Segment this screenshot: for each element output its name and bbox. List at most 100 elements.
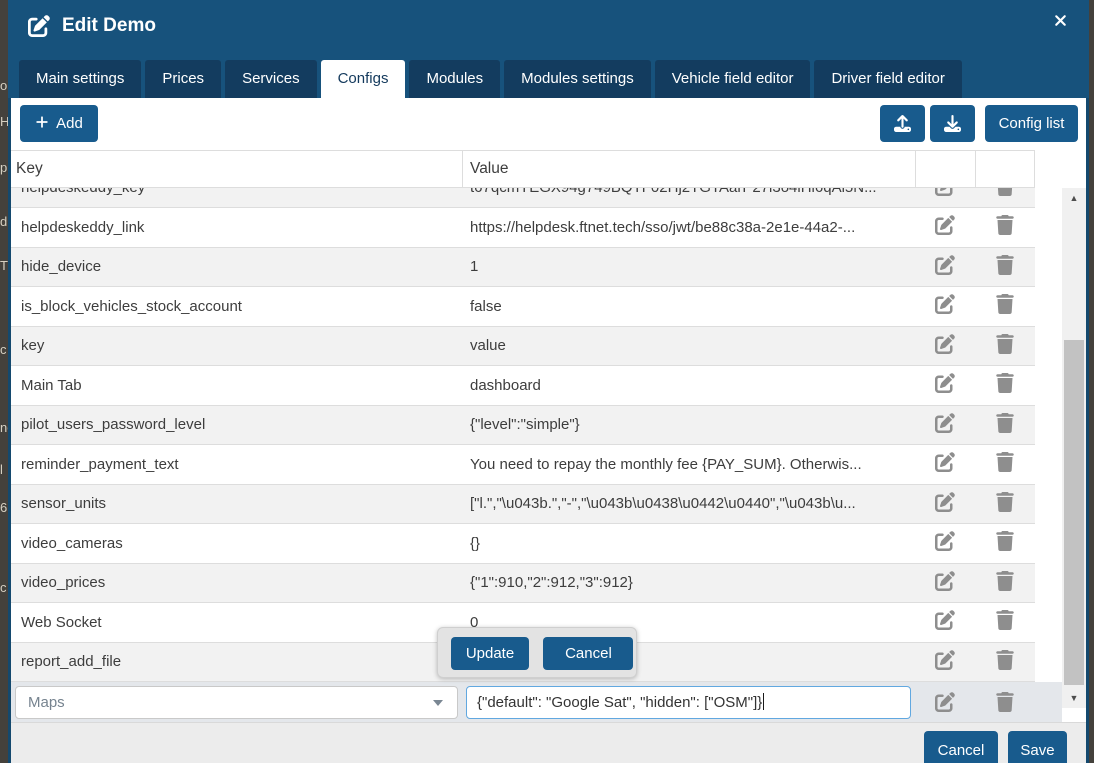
key-select[interactable]: Maps bbox=[15, 686, 458, 719]
scroll-down-icon[interactable]: ▼ bbox=[1062, 688, 1086, 708]
config-list-button[interactable]: Config list bbox=[985, 105, 1078, 142]
table-body: helpdeskeddy_key t67qcmYEGX94g749BQTF02H… bbox=[11, 188, 1035, 682]
table-row: Main Tab dashboard bbox=[11, 366, 1035, 406]
tab-configs[interactable]: Configs bbox=[321, 60, 406, 98]
table-row: helpdeskeddy_link https://helpdesk.ftnet… bbox=[11, 208, 1035, 248]
download-button[interactable] bbox=[930, 105, 975, 142]
column-header-key: Key bbox=[11, 151, 462, 187]
tab-vehicle-field-editor[interactable]: Vehicle field editor bbox=[655, 60, 811, 98]
modal-title: Edit Demo bbox=[62, 15, 156, 37]
trash-icon[interactable] bbox=[995, 692, 1015, 712]
background-text-fragment: c bbox=[0, 342, 7, 357]
trash-icon[interactable] bbox=[995, 610, 1015, 630]
trash-icon[interactable] bbox=[995, 188, 1015, 196]
tab-modules[interactable]: Modules bbox=[409, 60, 500, 98]
background-text-fragment: 6 bbox=[0, 500, 7, 515]
config-key: pilot_users_password_level bbox=[11, 416, 462, 433]
value-input[interactable]: {"default": "Google Sat", "hidden": ["OS… bbox=[466, 686, 911, 719]
config-key: video_prices bbox=[11, 574, 462, 591]
scroll-up-icon[interactable]: ▲ bbox=[1062, 188, 1086, 208]
config-key: Web Socket bbox=[11, 614, 462, 631]
trash-icon[interactable] bbox=[995, 373, 1015, 393]
toolbar: Add Config list bbox=[11, 98, 1086, 150]
edit-icon[interactable] bbox=[935, 571, 955, 591]
footer-cancel-button[interactable]: Cancel bbox=[924, 731, 998, 763]
close-icon[interactable] bbox=[1053, 12, 1071, 30]
edit-row-actions bbox=[915, 692, 975, 717]
config-value: t67qcmYEGX94g749BQTF02Hj2TGTAarP27i3o4iH… bbox=[462, 188, 915, 196]
table-row: video_prices {"1":910,"2":912,"3":912} bbox=[11, 564, 1035, 604]
upload-icon bbox=[894, 115, 911, 132]
plus-icon bbox=[35, 115, 49, 129]
edit-icon[interactable] bbox=[935, 215, 955, 235]
config-key: is_block_vehicles_stock_account bbox=[11, 298, 462, 315]
table-row: is_block_vehicles_stock_account false bbox=[11, 287, 1035, 327]
config-key: reminder_payment_text bbox=[11, 456, 462, 473]
new-config-row: Maps {"default": "Google Sat", "hidden":… bbox=[11, 682, 1062, 722]
page-background: oHpdlTcnol6c Edit Demo Main settingsPric… bbox=[0, 0, 1094, 763]
edit-icon[interactable] bbox=[935, 373, 955, 393]
update-button[interactable]: Update bbox=[451, 637, 529, 670]
config-key: hide_device bbox=[11, 258, 462, 275]
background-text-fragment: no bbox=[0, 420, 8, 435]
config-value: {"level":"simple"} bbox=[462, 416, 915, 433]
edit-icon[interactable] bbox=[935, 692, 955, 712]
trash-icon[interactable] bbox=[995, 334, 1015, 354]
table-row: key value bbox=[11, 327, 1035, 367]
trash-icon[interactable] bbox=[995, 650, 1015, 670]
edit-icon[interactable] bbox=[935, 255, 955, 275]
config-key: sensor_units bbox=[11, 495, 462, 512]
cancel-edit-button[interactable]: Cancel bbox=[543, 637, 633, 670]
caret-down-icon bbox=[433, 700, 443, 706]
tab-services[interactable]: Services bbox=[225, 60, 317, 98]
edit-icon[interactable] bbox=[935, 294, 955, 314]
add-button[interactable]: Add bbox=[20, 105, 98, 142]
edit-icon[interactable] bbox=[935, 610, 955, 630]
trash-icon[interactable] bbox=[995, 452, 1015, 472]
trash-icon[interactable] bbox=[995, 531, 1015, 551]
config-value: value bbox=[462, 337, 915, 354]
column-header-edit bbox=[915, 151, 975, 187]
table-row: hide_device 1 bbox=[11, 248, 1035, 288]
tab-prices[interactable]: Prices bbox=[145, 60, 221, 98]
scrollbar[interactable]: ▲ ▼ bbox=[1062, 188, 1086, 708]
key-select-value: Maps bbox=[28, 694, 65, 711]
column-header-value: Value bbox=[462, 151, 915, 187]
edit-icon[interactable] bbox=[935, 452, 955, 472]
edit-icon[interactable] bbox=[935, 650, 955, 670]
tab-modules-settings[interactable]: Modules settings bbox=[504, 60, 651, 98]
value-input-text: {"default": "Google Sat", "hidden": ["OS… bbox=[477, 694, 762, 711]
edit-icon[interactable] bbox=[935, 188, 955, 196]
modal-title-row: Edit Demo bbox=[8, 0, 1089, 58]
tab-driver-field-editor[interactable]: Driver field editor bbox=[814, 60, 961, 98]
trash-icon[interactable] bbox=[995, 571, 1015, 591]
edit-icon[interactable] bbox=[935, 413, 955, 433]
background-text-fragment: H bbox=[0, 114, 8, 129]
scrollbar-thumb[interactable] bbox=[1064, 340, 1084, 685]
background-text-fragment: p bbox=[0, 160, 7, 175]
background-text-fragment: c bbox=[0, 580, 7, 595]
footer-save-button[interactable]: Save bbox=[1008, 731, 1067, 763]
config-value: ["l.","\u043b.","-","\u043b\u0438\u0442\… bbox=[462, 495, 915, 512]
config-key: helpdeskeddy_link bbox=[11, 219, 462, 236]
pencil-square-icon bbox=[28, 15, 50, 37]
column-header-delete bbox=[975, 151, 1035, 187]
edit-demo-modal: Edit Demo Main settingsPricesServicesCon… bbox=[8, 0, 1089, 763]
table-row: sensor_units ["l.","\u043b.","-","\u043b… bbox=[11, 485, 1035, 525]
text-cursor bbox=[763, 693, 764, 710]
table-row: reminder_payment_text You need to repay … bbox=[11, 445, 1035, 485]
modal-footer: Cancel Save bbox=[11, 722, 1086, 763]
trash-icon[interactable] bbox=[995, 413, 1015, 433]
tab-bar: Main settingsPricesServicesConfigsModule… bbox=[19, 60, 962, 98]
edit-icon[interactable] bbox=[935, 334, 955, 354]
edit-icon[interactable] bbox=[935, 492, 955, 512]
trash-icon[interactable] bbox=[995, 255, 1015, 275]
config-value: 1 bbox=[462, 258, 915, 275]
trash-icon[interactable] bbox=[995, 294, 1015, 314]
download-icon bbox=[944, 115, 961, 132]
tab-main-settings[interactable]: Main settings bbox=[19, 60, 141, 98]
trash-icon[interactable] bbox=[995, 215, 1015, 235]
upload-button[interactable] bbox=[880, 105, 925, 142]
edit-icon[interactable] bbox=[935, 531, 955, 551]
trash-icon[interactable] bbox=[995, 492, 1015, 512]
